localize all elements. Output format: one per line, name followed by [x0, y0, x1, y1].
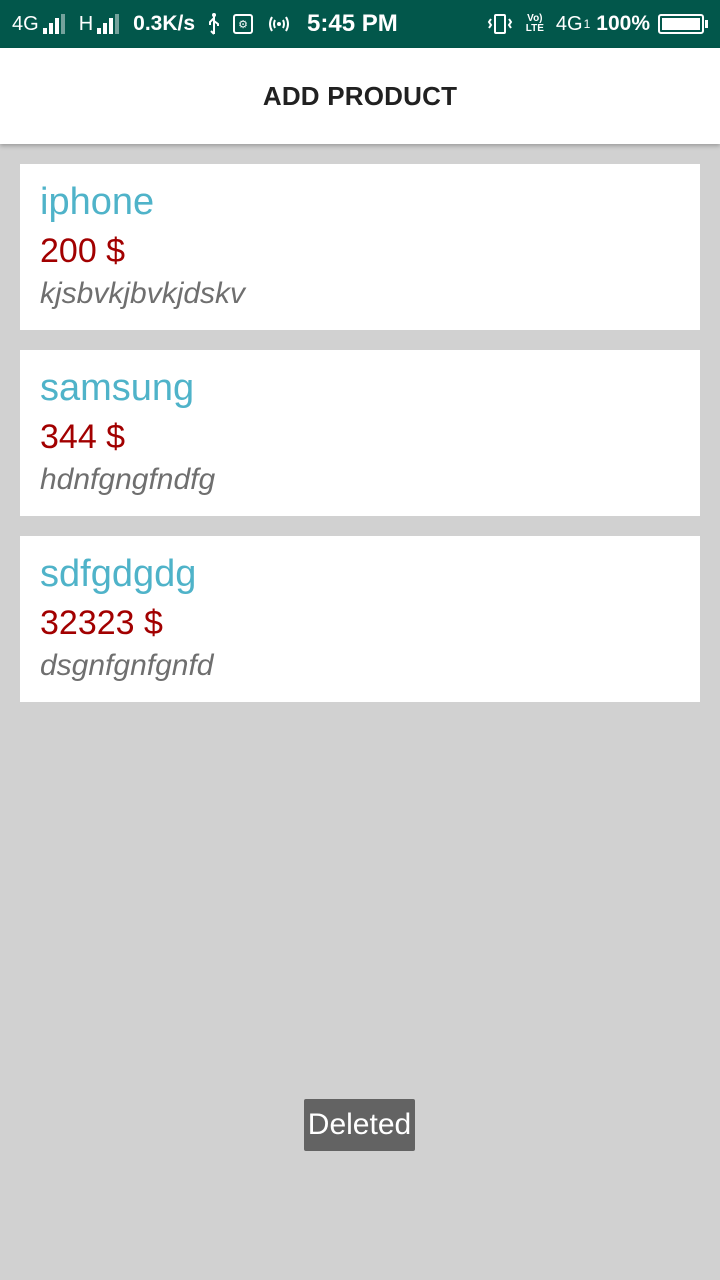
network-4g-indicator: 4G	[12, 13, 67, 36]
clock: 5:45 PM	[307, 10, 398, 37]
sim-index: 1	[583, 17, 591, 31]
data-speed: 0.3K/s	[133, 12, 196, 35]
product-name: sdfgdgdg	[40, 553, 197, 595]
network-4g-sim-label: 4G	[555, 12, 583, 35]
signal-strength-icon	[97, 14, 121, 34]
status-bar: 4G H 0.3K/s ⚙ 5:45 PM Vo) LTE 4G 1 100%	[0, 0, 720, 48]
signal-strength-icon	[42, 14, 67, 34]
status-bar-left: 4G H 0.3K/s ⚙ 5:45 PM	[12, 10, 398, 38]
product-price: 344 $	[40, 418, 126, 456]
volte-bottom-label: LTE	[525, 23, 544, 34]
product-name: iphone	[40, 181, 155, 223]
network-4g-sim-indicator: 4G 1	[556, 13, 590, 36]
status-bar-right: Vo) LTE 4G 1 100%	[486, 12, 708, 36]
product-card[interactable]: sdfgdgdg 32323 $ dsgnfgnfgnfd	[20, 536, 700, 702]
usb-icon	[207, 13, 221, 35]
product-description: kjsbvkjbvkjdskv	[40, 277, 246, 310]
network-4g-label: 4G	[12, 12, 39, 35]
app-notification-icon: ⚙	[233, 14, 254, 34]
product-price: 32323 $	[40, 604, 163, 642]
toast-message: Deleted	[304, 1099, 415, 1151]
product-description: dsgnfgnfgnfd	[40, 649, 214, 682]
battery-body	[658, 14, 704, 34]
product-name: samsung	[40, 367, 195, 409]
page-title: ADD PRODUCT	[262, 80, 458, 111]
vibrate-icon	[486, 13, 514, 35]
volte-icon: Vo) LTE	[526, 14, 544, 34]
product-description: hdnfgngfndfg	[40, 463, 216, 496]
product-card[interactable]: samsung 344 $ hdnfgngfndfg	[20, 350, 700, 516]
network-h-indicator: H	[79, 13, 121, 36]
product-price: 200 $	[40, 232, 126, 270]
battery-tip	[705, 20, 708, 28]
product-list[interactable]: iphone 200 $ kjsbvkjbvkjdskv samsung 344…	[20, 164, 700, 722]
network-h-label: H	[78, 12, 94, 35]
product-card[interactable]: iphone 200 $ kjsbvkjbvkjdskv	[20, 164, 700, 330]
app-bar: ADD PRODUCT	[0, 48, 720, 144]
battery-icon	[658, 14, 708, 34]
battery-fill	[662, 18, 700, 30]
battery-percent: 100%	[596, 12, 650, 35]
hotspot-icon	[265, 13, 293, 35]
